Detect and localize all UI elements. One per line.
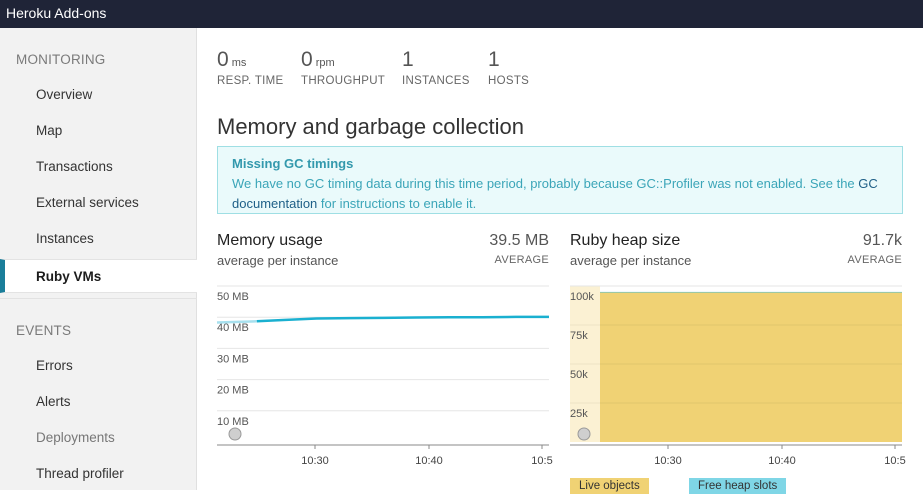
- x-tick-label: 10:30: [654, 455, 682, 467]
- metric-value: 1: [488, 48, 500, 71]
- sidebar: MONITORING Overview Map Transactions Ext…: [0, 28, 197, 490]
- chart-title: Memory usage: [217, 232, 323, 250]
- metric-unit: ms: [232, 57, 247, 69]
- section-title-events: EVENTS: [16, 323, 71, 338]
- y-tick-label: 75k: [570, 330, 588, 342]
- memory-usage-plot: 50 MB 40 MB 30 MB 20 MB 10 MB 10:30 10:40 10:5: [217, 276, 549, 476]
- x-tick-label: 10:5: [884, 455, 905, 467]
- y-tick-label: 25k: [570, 408, 588, 420]
- metric-unit: rpm: [316, 57, 335, 69]
- metric-resp-time: 0ms RESP. TIME: [217, 48, 284, 87]
- x-tick-label: 10:30: [301, 455, 329, 467]
- sidebar-item-overview[interactable]: Overview: [0, 78, 197, 112]
- y-tick-label: 40 MB: [217, 322, 249, 334]
- metric-instances: 1 INSTANCES: [402, 48, 470, 87]
- section-heading: Memory and garbage collection: [217, 114, 524, 140]
- sidebar-item-instances[interactable]: Instances: [0, 222, 197, 256]
- sidebar-divider: [0, 298, 197, 299]
- ruby-heap-size-chart: Ruby heap size average per instance 91.7…: [570, 232, 902, 472]
- sidebar-item-errors[interactable]: Errors: [0, 349, 197, 383]
- gc-timings-alert: Missing GC timings We have no GC timing …: [217, 146, 903, 214]
- legend-free-heap-slots[interactable]: Free heap slots: [689, 478, 786, 494]
- alert-text-before: We have no GC timing data during this ti…: [232, 176, 858, 191]
- x-tick-label: 10:5: [531, 455, 552, 467]
- metric-value: 0: [301, 48, 313, 71]
- sidebar-item-thread-profiler[interactable]: Thread profiler: [0, 457, 197, 491]
- sidebar-item-external-services[interactable]: External services: [0, 186, 197, 220]
- metric-label: THROUGHPUT: [301, 75, 385, 87]
- y-tick-label: 30 MB: [217, 353, 249, 365]
- app-title: Heroku Add-ons: [6, 5, 106, 21]
- metric-throughput: 0rpm THROUGHPUT: [301, 48, 385, 87]
- memory-usage-chart: Memory usage average per instance 39.5 M…: [217, 232, 549, 472]
- metric-label: HOSTS: [488, 75, 529, 87]
- app-title-bar: Heroku Add-ons: [0, 0, 923, 28]
- ruby-heap-size-plot: 100k 75k 50k 25k 10:30 10:40 10:5: [570, 276, 902, 476]
- heap-area-live-objects: [600, 292, 902, 442]
- y-tick-label: 100k: [570, 291, 594, 303]
- sidebar-item-deployments[interactable]: Deployments: [0, 421, 197, 455]
- drag-handle-icon: [229, 428, 241, 440]
- main-content: 0ms RESP. TIME 0rpm THROUGHPUT 1 INSTANC…: [197, 28, 923, 490]
- y-tick-label: 20 MB: [217, 385, 249, 397]
- metric-label: RESP. TIME: [217, 75, 284, 87]
- y-tick-label: 50 MB: [217, 291, 249, 303]
- drag-handle-icon: [578, 428, 590, 440]
- chart-title: Ruby heap size: [570, 232, 680, 250]
- x-tick-label: 10:40: [768, 455, 796, 467]
- sidebar-item-transactions[interactable]: Transactions: [0, 150, 197, 184]
- metric-label: INSTANCES: [402, 75, 470, 87]
- chart-subtitle: average per instance: [570, 253, 691, 268]
- legend-live-objects[interactable]: Live objects: [570, 478, 649, 494]
- y-tick-label: 50k: [570, 369, 588, 381]
- sidebar-item-map[interactable]: Map: [0, 114, 197, 148]
- alert-message: We have no GC timing data during this ti…: [232, 174, 888, 214]
- alert-text-after: for instructions to enable it.: [317, 196, 476, 211]
- sidebar-item-alerts[interactable]: Alerts: [0, 385, 197, 419]
- chart-average-label: AVERAGE: [495, 254, 549, 266]
- alert-title: Missing GC timings: [232, 154, 888, 174]
- metric-hosts: 1 HOSTS: [488, 48, 529, 87]
- sidebar-item-ruby-vms[interactable]: Ruby VMs: [0, 259, 197, 293]
- chart-subtitle: average per instance: [217, 253, 338, 268]
- series-line-start: [217, 321, 257, 322]
- metric-value: 0: [217, 48, 229, 71]
- section-title-monitoring: MONITORING: [16, 52, 106, 67]
- chart-average-value: 91.7k: [863, 232, 902, 250]
- y-tick-label: 10 MB: [217, 416, 249, 428]
- x-tick-label: 10:40: [415, 455, 443, 467]
- chart-average-value: 39.5 MB: [489, 232, 549, 250]
- metric-value: 1: [402, 48, 414, 71]
- chart-average-label: AVERAGE: [848, 254, 902, 266]
